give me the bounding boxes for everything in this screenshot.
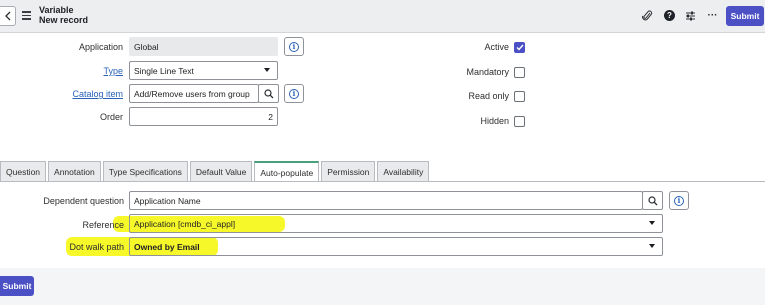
dependent-question-field[interactable]: Application Name bbox=[129, 191, 643, 210]
dependent-question-label: Dependent question bbox=[43, 196, 124, 206]
application-value: Global bbox=[134, 41, 159, 52]
dot-walk-path-label: Dot walk path bbox=[69, 242, 124, 252]
tab-question[interactable]: Question bbox=[0, 161, 47, 182]
tab-bar: Question Annotation Type Specifications … bbox=[0, 161, 431, 182]
settings-sliders-icon[interactable] bbox=[684, 9, 697, 22]
reference-label: Reference bbox=[82, 220, 124, 230]
catalog-item-label-link[interactable]: Catalog item bbox=[72, 89, 123, 99]
dot-walk-path-select[interactable]: Owned by Email bbox=[129, 237, 663, 256]
catalog-item-info-button[interactable]: i bbox=[284, 84, 304, 103]
application-field: Global bbox=[129, 37, 278, 56]
title: Variable bbox=[39, 5, 74, 15]
info-icon: i bbox=[674, 195, 684, 206]
info-icon: i bbox=[289, 88, 299, 99]
dependent-question-info-button[interactable]: i bbox=[669, 191, 689, 210]
order-label: Order bbox=[99, 112, 123, 122]
catalog-item-value: Add/Remove users from group bbox=[134, 88, 250, 99]
catalog-item-field[interactable]: Add/Remove users from group bbox=[129, 84, 259, 103]
chevron-down-icon bbox=[649, 221, 655, 225]
dependent-question-value: Application Name bbox=[134, 195, 201, 206]
chevron-down-icon bbox=[649, 244, 655, 248]
read-only-label: Read only bbox=[468, 91, 509, 101]
submit-button-top[interactable]: Submit bbox=[726, 6, 764, 26]
subtitle: New record bbox=[39, 15, 89, 25]
type-select[interactable]: Single Line Text bbox=[129, 61, 278, 80]
application-info-button[interactable]: i bbox=[284, 37, 304, 56]
reference-select[interactable]: Application [cmdb_ci_appl] bbox=[129, 214, 663, 233]
submit-button-bottom[interactable]: Submit bbox=[0, 276, 34, 296]
tab-permission[interactable]: Permission bbox=[321, 161, 376, 182]
chevron-down-icon bbox=[264, 68, 270, 72]
form-header: Variable New record ? ··· Submit bbox=[0, 0, 765, 33]
mandatory-checkbox[interactable] bbox=[514, 67, 525, 78]
order-value: 2 bbox=[268, 111, 273, 122]
mandatory-label: Mandatory bbox=[466, 67, 509, 77]
reference-value: Application [cmdb_ci_appl] bbox=[134, 218, 236, 229]
back-button[interactable] bbox=[0, 6, 16, 26]
paperclip-icon[interactable] bbox=[641, 9, 654, 22]
type-label-link[interactable]: Type bbox=[103, 66, 123, 76]
order-input[interactable]: 2 bbox=[129, 107, 278, 126]
dot-walk-path-value: Owned by Email bbox=[134, 241, 200, 252]
active-label: Active bbox=[484, 42, 509, 52]
tab-availability[interactable]: Availability bbox=[377, 161, 430, 182]
read-only-checkbox[interactable] bbox=[514, 91, 525, 102]
tab-divider bbox=[0, 181, 765, 182]
hidden-label: Hidden bbox=[480, 116, 509, 126]
checkmark-icon bbox=[516, 44, 524, 51]
info-icon: i bbox=[289, 41, 299, 52]
tab-annotation[interactable]: Annotation bbox=[48, 161, 101, 182]
dependent-question-search-button[interactable] bbox=[642, 191, 663, 210]
hidden-checkbox[interactable] bbox=[514, 116, 525, 127]
search-icon bbox=[647, 195, 657, 205]
tab-default-value[interactable]: Default Value bbox=[189, 161, 253, 182]
tab-type-specifications[interactable]: Type Specifications bbox=[102, 161, 188, 182]
catalog-item-search-button[interactable] bbox=[258, 84, 279, 103]
page-title: Variable New record bbox=[39, 5, 88, 25]
menu-icon[interactable] bbox=[22, 11, 31, 20]
form-footer bbox=[0, 268, 765, 305]
type-value: Single Line Text bbox=[134, 65, 194, 76]
help-icon[interactable]: ? bbox=[664, 10, 675, 21]
application-label: Application bbox=[78, 42, 123, 52]
back-icon bbox=[4, 11, 10, 21]
tab-auto-populate[interactable]: Auto-populate bbox=[254, 161, 320, 182]
more-icon[interactable]: ··· bbox=[706, 9, 719, 22]
active-checkbox[interactable] bbox=[514, 42, 525, 53]
search-icon bbox=[263, 88, 273, 98]
